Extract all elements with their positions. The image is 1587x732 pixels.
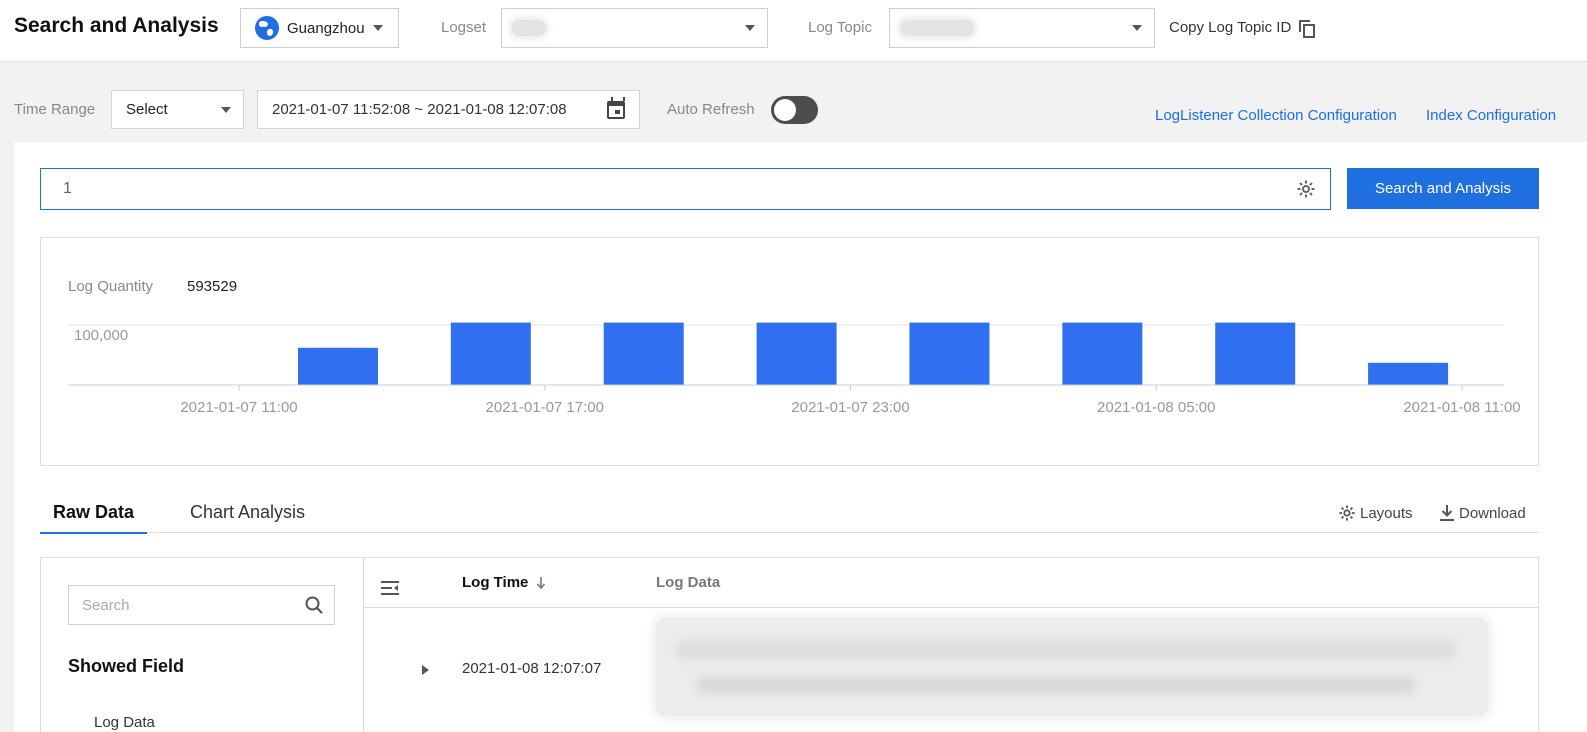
time-range-select-value: Select — [126, 101, 168, 118]
chevron-down-icon — [221, 106, 231, 113]
expand-row-icon[interactable] — [422, 665, 429, 675]
download-icon — [1440, 505, 1454, 521]
auto-refresh-label: Auto Refresh — [667, 101, 755, 118]
field-item-log-data[interactable]: Log Data — [94, 714, 155, 731]
chevron-down-icon — [372, 25, 383, 31]
query-input[interactable]: 1 — [40, 168, 1331, 210]
gear-icon — [1339, 505, 1355, 521]
bar-5[interactable] — [909, 322, 990, 385]
bar-6[interactable] — [1062, 322, 1143, 385]
bar-2[interactable] — [450, 322, 531, 385]
row-log-data-redacted — [656, 618, 1488, 716]
bar-8[interactable] — [1368, 362, 1449, 385]
field-search-input[interactable]: Search — [68, 585, 335, 625]
download-label: Download — [1459, 504, 1526, 522]
x-tick-label: 2021-01-08 11:00 — [1403, 399, 1520, 416]
bars-group — [297, 322, 1449, 385]
field-sidebar: Search Showed Field Log Data — [41, 558, 364, 732]
histogram-chart: 100,000 2021-01-07 11:00 2021-01-07 17:00… — [68, 322, 1521, 416]
bar-1[interactable] — [297, 347, 378, 385]
x-tick-label: 2021-01-08 05:00 — [1097, 399, 1215, 416]
log-time-header[interactable]: Log Time — [462, 574, 546, 591]
copy-icon — [1299, 20, 1316, 38]
log-topic-select[interactable] — [889, 8, 1155, 48]
result-tabs: Raw Data Chart Analysis Layouts Download — [40, 498, 1539, 534]
main-panel: 1 Search and Analysis Log Quantity 59352… — [14, 142, 1587, 732]
copy-label: Copy Log Topic ID — [1169, 19, 1292, 36]
x-ticks-group: 2021-01-07 11:00 2021-01-07 17:00 2021-01-… — [180, 385, 1521, 416]
search-and-analysis-button[interactable]: Search and Analysis — [1347, 168, 1539, 209]
log-time-header-label: Log Time — [462, 574, 529, 591]
tab-chart-analysis[interactable]: Chart Analysis — [190, 502, 305, 531]
index-config-link[interactable]: Index Configuration — [1426, 107, 1556, 124]
query-text: 1 — [63, 180, 72, 197]
column-settings-icon[interactable] — [380, 580, 400, 598]
logset-label: Logset — [441, 19, 487, 36]
logset-value-redacted — [512, 20, 546, 36]
layouts-label: Layouts — [1360, 504, 1413, 522]
search-icon — [305, 596, 323, 614]
log-topic-value-redacted — [900, 20, 974, 36]
date-range-value: 2021-01-07 11:52:08 ~ 2021-01-08 12:07:0… — [272, 101, 567, 118]
logset-select[interactable] — [501, 8, 768, 48]
bar-7[interactable] — [1215, 322, 1296, 385]
x-tick-label: 2021-01-07 17:00 — [486, 399, 604, 416]
table-header: Log Time Log Data — [364, 558, 1539, 608]
auto-refresh-toggle[interactable] — [771, 96, 818, 124]
field-search-placeholder: Search — [82, 596, 130, 614]
gear-icon[interactable] — [1296, 179, 1316, 199]
download-button[interactable]: Download — [1439, 504, 1526, 522]
x-tick-label: 2021-01-07 11:00 — [180, 399, 297, 416]
row-log-time: 2021-01-08 12:07:07 — [462, 660, 602, 677]
raw-data-area: Search Showed Field Log Data Log Time Lo… — [40, 557, 1539, 732]
loglistener-config-link[interactable]: LogListener Collection Configuration — [1155, 107, 1397, 124]
time-range-label: Time Range — [14, 101, 96, 118]
log-topic-label: Log Topic — [808, 19, 872, 36]
log-data-header: Log Data — [656, 574, 721, 591]
top-header: Search and Analysis Guangzhou Logset Log… — [0, 0, 1587, 62]
log-quantity-chart-box: Log Quantity 593529 100,000 2021-01-07 1… — [40, 237, 1539, 466]
calendar-icon — [607, 96, 625, 119]
sort-down-icon — [537, 576, 546, 589]
x-tick-label: 2021-01-07 23:00 — [791, 399, 909, 416]
region-label: Guangzhou — [287, 19, 365, 37]
bar-3[interactable] — [603, 322, 684, 385]
bar-4[interactable] — [756, 322, 837, 385]
chevron-down-icon — [1132, 25, 1142, 31]
tab-raw-data[interactable]: Raw Data — [40, 502, 148, 534]
copy-log-topic-id-button[interactable]: Copy Log Topic ID — [1169, 19, 1316, 38]
page-title: Search and Analysis — [14, 14, 219, 37]
region-selector[interactable]: Guangzhou — [240, 8, 399, 48]
y-tick-label: 100,000 — [74, 327, 128, 344]
globe-icon — [255, 16, 279, 40]
date-range-picker[interactable]: 2021-01-07 11:52:08 ~ 2021-01-08 12:07:0… — [257, 90, 640, 129]
chevron-down-icon — [745, 25, 755, 31]
showed-field-title: Showed Field — [68, 656, 185, 676]
time-range-select[interactable]: Select — [111, 90, 244, 129]
layouts-button[interactable]: Layouts — [1338, 504, 1413, 522]
